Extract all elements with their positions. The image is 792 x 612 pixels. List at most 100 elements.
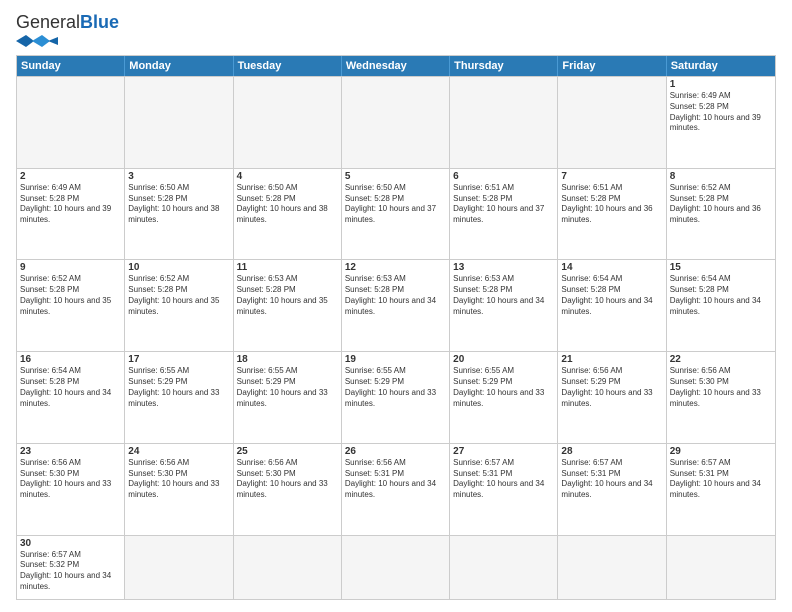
calendar-cell-0-3 bbox=[342, 77, 450, 168]
cell-info-4: Sunrise: 6:50 AMSunset: 5:28 PMDaylight:… bbox=[237, 183, 338, 226]
day-number-21: 21 bbox=[561, 354, 662, 365]
cell-info-24: Sunrise: 6:56 AMSunset: 5:30 PMDaylight:… bbox=[128, 458, 229, 501]
calendar-week-5: 23Sunrise: 6:56 AMSunset: 5:30 PMDayligh… bbox=[17, 443, 775, 535]
calendar-cell-3-3: 19Sunrise: 6:55 AMSunset: 5:29 PMDayligh… bbox=[342, 352, 450, 443]
cell-info-11: Sunrise: 6:53 AMSunset: 5:28 PMDaylight:… bbox=[237, 274, 338, 317]
calendar-cell-0-0 bbox=[17, 77, 125, 168]
calendar-cell-1-1: 3Sunrise: 6:50 AMSunset: 5:28 PMDaylight… bbox=[125, 169, 233, 260]
day-number-11: 11 bbox=[237, 262, 338, 273]
calendar-cell-3-5: 21Sunrise: 6:56 AMSunset: 5:29 PMDayligh… bbox=[558, 352, 666, 443]
day-number-20: 20 bbox=[453, 354, 554, 365]
cell-info-1: Sunrise: 6:49 AMSunset: 5:28 PMDaylight:… bbox=[670, 91, 772, 134]
calendar-cell-3-2: 18Sunrise: 6:55 AMSunset: 5:29 PMDayligh… bbox=[234, 352, 342, 443]
day-number-5: 5 bbox=[345, 171, 446, 182]
calendar-cell-5-1 bbox=[125, 536, 233, 599]
calendar-cell-4-0: 23Sunrise: 6:56 AMSunset: 5:30 PMDayligh… bbox=[17, 444, 125, 535]
cell-info-26: Sunrise: 6:56 AMSunset: 5:31 PMDaylight:… bbox=[345, 458, 446, 501]
cell-info-21: Sunrise: 6:56 AMSunset: 5:29 PMDaylight:… bbox=[561, 366, 662, 409]
calendar-cell-5-4 bbox=[450, 536, 558, 599]
calendar-cell-5-0: 30Sunrise: 6:57 AMSunset: 5:32 PMDayligh… bbox=[17, 536, 125, 599]
calendar-cell-1-2: 4Sunrise: 6:50 AMSunset: 5:28 PMDaylight… bbox=[234, 169, 342, 260]
cell-info-23: Sunrise: 6:56 AMSunset: 5:30 PMDaylight:… bbox=[20, 458, 121, 501]
calendar-cell-4-2: 25Sunrise: 6:56 AMSunset: 5:30 PMDayligh… bbox=[234, 444, 342, 535]
calendar-cell-1-3: 5Sunrise: 6:50 AMSunset: 5:28 PMDaylight… bbox=[342, 169, 450, 260]
header-cell-monday: Monday bbox=[125, 56, 233, 76]
header-cell-wednesday: Wednesday bbox=[342, 56, 450, 76]
cell-info-9: Sunrise: 6:52 AMSunset: 5:28 PMDaylight:… bbox=[20, 274, 121, 317]
day-number-14: 14 bbox=[561, 262, 662, 273]
calendar-cell-0-4 bbox=[450, 77, 558, 168]
calendar-cell-5-6 bbox=[667, 536, 775, 599]
day-number-30: 30 bbox=[20, 538, 121, 549]
page: GeneralBlue SundayMondayTuesdayWednesday… bbox=[0, 0, 792, 612]
calendar-cell-1-4: 6Sunrise: 6:51 AMSunset: 5:28 PMDaylight… bbox=[450, 169, 558, 260]
day-number-26: 26 bbox=[345, 446, 446, 457]
calendar-cell-2-1: 10Sunrise: 6:52 AMSunset: 5:28 PMDayligh… bbox=[125, 260, 233, 351]
calendar-week-6: 30Sunrise: 6:57 AMSunset: 5:32 PMDayligh… bbox=[17, 535, 775, 599]
calendar-week-2: 2Sunrise: 6:49 AMSunset: 5:28 PMDaylight… bbox=[17, 168, 775, 260]
cell-info-3: Sunrise: 6:50 AMSunset: 5:28 PMDaylight:… bbox=[128, 183, 229, 226]
cell-info-16: Sunrise: 6:54 AMSunset: 5:28 PMDaylight:… bbox=[20, 366, 121, 409]
day-number-22: 22 bbox=[670, 354, 772, 365]
day-number-7: 7 bbox=[561, 171, 662, 182]
day-number-6: 6 bbox=[453, 171, 554, 182]
cell-info-30: Sunrise: 6:57 AMSunset: 5:32 PMDaylight:… bbox=[20, 550, 121, 593]
day-number-8: 8 bbox=[670, 171, 772, 182]
day-number-25: 25 bbox=[237, 446, 338, 457]
calendar-header-row: SundayMondayTuesdayWednesdayThursdayFrid… bbox=[17, 56, 775, 76]
calendar-cell-1-6: 8Sunrise: 6:52 AMSunset: 5:28 PMDaylight… bbox=[667, 169, 775, 260]
calendar-cell-2-4: 13Sunrise: 6:53 AMSunset: 5:28 PMDayligh… bbox=[450, 260, 558, 351]
calendar-cell-2-2: 11Sunrise: 6:53 AMSunset: 5:28 PMDayligh… bbox=[234, 260, 342, 351]
cell-info-5: Sunrise: 6:50 AMSunset: 5:28 PMDaylight:… bbox=[345, 183, 446, 226]
calendar-week-3: 9Sunrise: 6:52 AMSunset: 5:28 PMDaylight… bbox=[17, 259, 775, 351]
cell-info-6: Sunrise: 6:51 AMSunset: 5:28 PMDaylight:… bbox=[453, 183, 554, 226]
cell-info-17: Sunrise: 6:55 AMSunset: 5:29 PMDaylight:… bbox=[128, 366, 229, 409]
cell-info-27: Sunrise: 6:57 AMSunset: 5:31 PMDaylight:… bbox=[453, 458, 554, 501]
day-number-17: 17 bbox=[128, 354, 229, 365]
calendar-cell-3-4: 20Sunrise: 6:55 AMSunset: 5:29 PMDayligh… bbox=[450, 352, 558, 443]
calendar-cell-1-0: 2Sunrise: 6:49 AMSunset: 5:28 PMDaylight… bbox=[17, 169, 125, 260]
day-number-28: 28 bbox=[561, 446, 662, 457]
calendar-cell-5-5 bbox=[558, 536, 666, 599]
calendar-cell-4-1: 24Sunrise: 6:56 AMSunset: 5:30 PMDayligh… bbox=[125, 444, 233, 535]
calendar-cell-2-0: 9Sunrise: 6:52 AMSunset: 5:28 PMDaylight… bbox=[17, 260, 125, 351]
header-cell-tuesday: Tuesday bbox=[234, 56, 342, 76]
calendar-cell-2-6: 15Sunrise: 6:54 AMSunset: 5:28 PMDayligh… bbox=[667, 260, 775, 351]
day-number-23: 23 bbox=[20, 446, 121, 457]
day-number-13: 13 bbox=[453, 262, 554, 273]
header-cell-thursday: Thursday bbox=[450, 56, 558, 76]
calendar-cell-4-5: 28Sunrise: 6:57 AMSunset: 5:31 PMDayligh… bbox=[558, 444, 666, 535]
cell-info-18: Sunrise: 6:55 AMSunset: 5:29 PMDaylight:… bbox=[237, 366, 338, 409]
calendar-cell-4-4: 27Sunrise: 6:57 AMSunset: 5:31 PMDayligh… bbox=[450, 444, 558, 535]
day-number-4: 4 bbox=[237, 171, 338, 182]
day-number-9: 9 bbox=[20, 262, 121, 273]
header-cell-friday: Friday bbox=[558, 56, 666, 76]
calendar-cell-5-3 bbox=[342, 536, 450, 599]
calendar-cell-4-3: 26Sunrise: 6:56 AMSunset: 5:31 PMDayligh… bbox=[342, 444, 450, 535]
logo-text: GeneralBlue bbox=[16, 12, 119, 33]
day-number-10: 10 bbox=[128, 262, 229, 273]
calendar-week-4: 16Sunrise: 6:54 AMSunset: 5:28 PMDayligh… bbox=[17, 351, 775, 443]
calendar-cell-0-2 bbox=[234, 77, 342, 168]
calendar-cell-4-6: 29Sunrise: 6:57 AMSunset: 5:31 PMDayligh… bbox=[667, 444, 775, 535]
day-number-19: 19 bbox=[345, 354, 446, 365]
cell-info-8: Sunrise: 6:52 AMSunset: 5:28 PMDaylight:… bbox=[670, 183, 772, 226]
calendar-cell-3-1: 17Sunrise: 6:55 AMSunset: 5:29 PMDayligh… bbox=[125, 352, 233, 443]
cell-info-25: Sunrise: 6:56 AMSunset: 5:30 PMDaylight:… bbox=[237, 458, 338, 501]
calendar-cell-0-1 bbox=[125, 77, 233, 168]
calendar-week-1: 1Sunrise: 6:49 AMSunset: 5:28 PMDaylight… bbox=[17, 76, 775, 168]
cell-info-14: Sunrise: 6:54 AMSunset: 5:28 PMDaylight:… bbox=[561, 274, 662, 317]
calendar-cell-2-5: 14Sunrise: 6:54 AMSunset: 5:28 PMDayligh… bbox=[558, 260, 666, 351]
day-number-12: 12 bbox=[345, 262, 446, 273]
header-cell-saturday: Saturday bbox=[667, 56, 775, 76]
header-cell-sunday: Sunday bbox=[17, 56, 125, 76]
cell-info-19: Sunrise: 6:55 AMSunset: 5:29 PMDaylight:… bbox=[345, 366, 446, 409]
calendar-cell-3-6: 22Sunrise: 6:56 AMSunset: 5:30 PMDayligh… bbox=[667, 352, 775, 443]
day-number-15: 15 bbox=[670, 262, 772, 273]
cell-info-29: Sunrise: 6:57 AMSunset: 5:31 PMDaylight:… bbox=[670, 458, 772, 501]
cell-info-22: Sunrise: 6:56 AMSunset: 5:30 PMDaylight:… bbox=[670, 366, 772, 409]
calendar-body: 1Sunrise: 6:49 AMSunset: 5:28 PMDaylight… bbox=[17, 76, 775, 599]
calendar-cell-0-6: 1Sunrise: 6:49 AMSunset: 5:28 PMDaylight… bbox=[667, 77, 775, 168]
day-number-16: 16 bbox=[20, 354, 121, 365]
cell-info-28: Sunrise: 6:57 AMSunset: 5:31 PMDaylight:… bbox=[561, 458, 662, 501]
